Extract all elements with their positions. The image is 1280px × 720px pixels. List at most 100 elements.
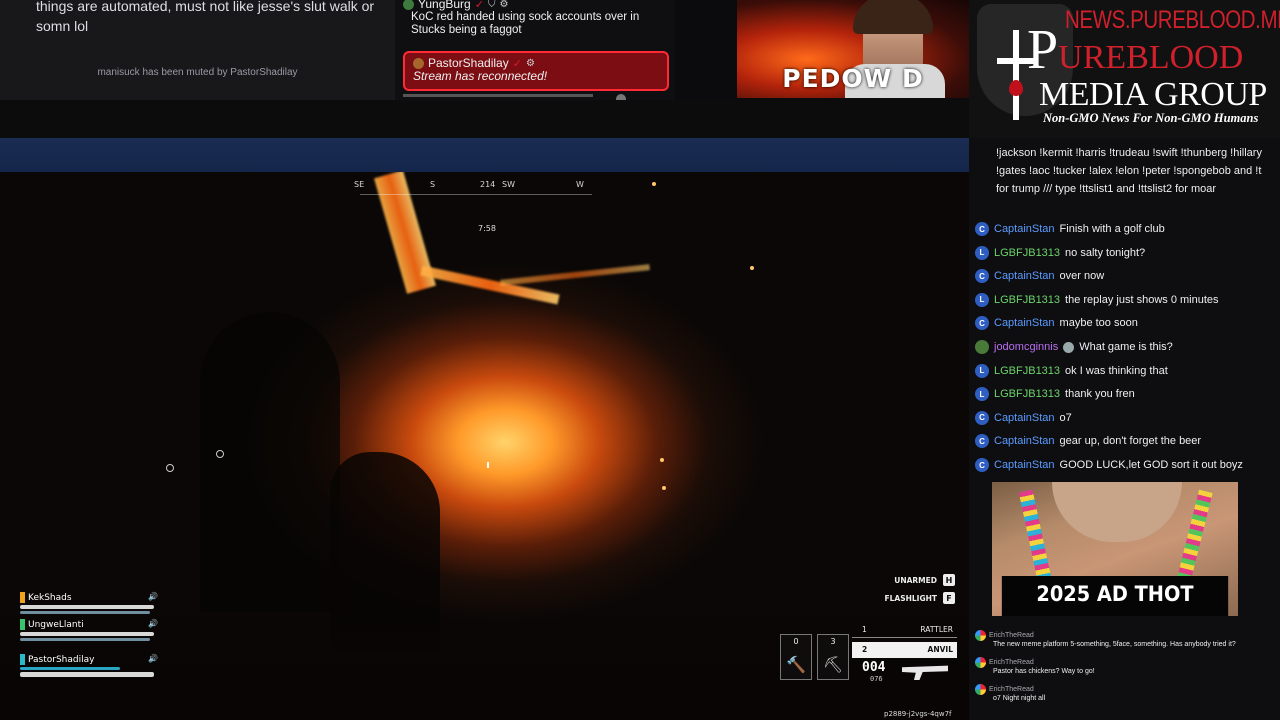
squad-member: PastorShadilay 🔊: [20, 654, 160, 677]
session-id: p2889-j2vgs-4qw7f: [884, 710, 952, 718]
user-badge-icon: C: [975, 434, 989, 449]
chat-input-bar[interactable]: [403, 94, 593, 97]
user-badge-icon: L: [975, 363, 989, 378]
burning-beam: [420, 265, 560, 305]
chat-username[interactable]: CaptainStan: [994, 435, 1055, 447]
compass-heading: SE: [354, 180, 365, 189]
chat-message: C CaptainStan o7: [975, 410, 1275, 425]
squad-member-name: PastorShadilay: [28, 654, 95, 665]
logo-pure: PUREBLOOD: [1027, 19, 1244, 81]
chat-username[interactable]: jodomcginnis: [994, 341, 1058, 353]
stamina-bar: [20, 638, 150, 641]
key-f-icon: F: [943, 592, 955, 604]
ammo-reserve: 076: [870, 675, 883, 683]
health-bar: [20, 672, 154, 677]
gear-icon: ⚙: [499, 0, 509, 10]
chat-text: Pastor has chickens? Way to go!: [993, 668, 1095, 675]
compass-heading: SW: [502, 180, 515, 189]
marker-ring: [166, 464, 174, 472]
divider-bar: [0, 100, 969, 138]
verified-check-icon: ✓: [474, 0, 484, 11]
ad-caption: 2025 AD THOT: [1001, 576, 1229, 616]
weapon-panel: 1 RATTLER 2 ANVIL 004 076: [852, 622, 957, 694]
user-avatar-icon: [975, 630, 986, 641]
chat-message: C CaptainStan gear up, don't forget the be…: [975, 434, 1275, 449]
chat-text: thank you fren: [1065, 388, 1135, 401]
compass-heading: 214: [480, 180, 496, 189]
stamina-bar: [20, 667, 120, 670]
reconnect-alert: PastorShadilay ✓ ⚙ Stream has reconnecte…: [403, 51, 669, 91]
ad-banner[interactable]: 2025 AD THOT: [992, 482, 1238, 616]
chat-message: jodomcginnis What game is this?: [975, 340, 1275, 354]
chat-username[interactable]: CaptainStan: [994, 412, 1055, 424]
chat-username[interactable]: CaptainStan: [994, 270, 1055, 282]
ammo-count: 004: [862, 660, 886, 675]
chat-text: What game is this?: [1079, 341, 1173, 353]
chat-text: ok I was thinking that: [1065, 364, 1168, 377]
tool-slot[interactable]: 3 ⛏: [817, 634, 849, 680]
cross-icon: [1013, 30, 1019, 120]
compass-heading: W: [576, 180, 584, 189]
user-avatar-icon: [403, 0, 414, 10]
user-badge-icon: C: [975, 222, 989, 236]
chat-username[interactable]: ErichTheRead: [989, 686, 1034, 693]
emote-icon: [1063, 341, 1075, 353]
user-badge-icon: L: [975, 292, 989, 307]
top-left-chat-panel: things are automated, must not like jess…: [0, 0, 395, 100]
gear-icon: ⚙: [525, 57, 535, 69]
video-thumbnail: PEDOW D: [737, 0, 969, 98]
chat-text: gear up, don't forget the beer: [1059, 435, 1202, 448]
chat-text: no salty tonight?: [1065, 246, 1146, 259]
chat-username[interactable]: ErichTheRead: [989, 632, 1034, 639]
chat-username[interactable]: CaptainStan: [994, 223, 1055, 235]
stamina-bar: [20, 611, 150, 614]
chat-text: o7 Night night all: [993, 695, 1046, 702]
speaker-icon: 🔊: [148, 654, 158, 663]
user-badge-icon: L: [975, 387, 989, 402]
compass-heading: S: [430, 180, 436, 189]
chat-username[interactable]: LGBFJB1313: [994, 294, 1060, 306]
tool-slot[interactable]: 0 🔨: [780, 634, 812, 680]
chat-message: ErichTheRead Pastor has chickens? Way to …: [975, 657, 1275, 675]
chat-text: maybe too soon: [1059, 317, 1138, 330]
chat-message: ErichTheRead o7 Night night all: [975, 684, 1275, 702]
weapon-slot-1[interactable]: 1 RATTLER: [852, 622, 957, 638]
chat-username[interactable]: YungBurg: [418, 0, 471, 11]
chat-username[interactable]: ErichTheRead: [989, 659, 1034, 666]
chat-message: L LGBFJB1313 ok I was thinking that: [975, 363, 1275, 378]
chat-username[interactable]: LGBFJB1313: [994, 365, 1060, 377]
crosshair: [487, 462, 489, 468]
muted-notice: manisuck has been muted by PastorShadila…: [97, 67, 298, 78]
blue-banner-strip: [0, 138, 969, 172]
chat-username[interactable]: CaptainStan: [994, 459, 1055, 471]
key-hint-flashlight: FLASHLIGHT F: [884, 592, 955, 604]
blood-drop-icon: [1009, 80, 1023, 96]
reconnect-text: Stream has reconnected!: [413, 69, 548, 83]
speaker-icon: 🔊: [148, 592, 158, 601]
chat-text: KoC red handed using sock accounts over …: [411, 11, 640, 36]
round-timer: 7:58: [478, 224, 496, 233]
chat-username[interactable]: LGBFJB1313: [994, 388, 1060, 400]
user-badge-icon: C: [975, 410, 989, 425]
health-bar: [20, 605, 154, 609]
character-silhouette: [200, 312, 340, 612]
chat-text: Finish with a golf club: [1059, 223, 1165, 235]
chat-message: L LGBFJB1313 no salty tonight?: [975, 245, 1275, 260]
weapon-slot-2[interactable]: 2 ANVIL: [852, 642, 957, 658]
pickaxe-icon: ⛏: [822, 657, 844, 674]
speaker-icon: 🔊: [148, 619, 158, 628]
squad-member: UngweLlanti 🔊: [20, 619, 160, 641]
chat-text: the replay just shows 0 minutes: [1065, 293, 1219, 306]
chat-username[interactable]: LGBFJB1313: [994, 247, 1060, 259]
chat-username[interactable]: PastorShadilay: [428, 56, 509, 70]
key-hint-unarmed: UNARMED H: [894, 574, 955, 586]
health-bar: [20, 632, 154, 636]
game-viewport[interactable]: SE S 214 SW W 7:58 KekShads 🔊 UngweLlant…: [0, 172, 969, 720]
chat-username[interactable]: CaptainStan: [994, 317, 1055, 329]
chat-message: things are automated, must not like jess…: [36, 0, 375, 34]
user-avatar-icon: [975, 657, 986, 668]
squad-member-name: KekShads: [28, 592, 72, 603]
chat-message: L LGBFJB1313 thank you fren: [975, 387, 1275, 402]
chat-text: The new meme platform 5-something, 5face…: [993, 641, 1236, 648]
key-h-icon: H: [943, 574, 955, 586]
